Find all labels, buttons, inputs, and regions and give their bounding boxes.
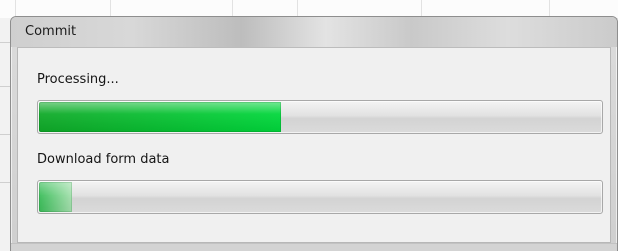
dialog-bottom-frame (11, 243, 617, 251)
download-form-data-progress-fill (39, 182, 72, 212)
dialog-titlebar[interactable]: Commit (11, 17, 617, 47)
download-form-data-progress-bar (37, 180, 603, 214)
screen: Commit Processing... Download form data (0, 0, 618, 251)
dialog-title: Commit (25, 24, 77, 39)
dialog-content: Processing... Download form data (17, 47, 611, 243)
processing-progress-fill (39, 102, 281, 132)
download-form-data-label: Download form data (37, 152, 170, 167)
processing-progress-bar (37, 100, 603, 134)
processing-label: Processing... (37, 72, 119, 87)
commit-dialog: Commit Processing... Download form data (10, 16, 618, 251)
